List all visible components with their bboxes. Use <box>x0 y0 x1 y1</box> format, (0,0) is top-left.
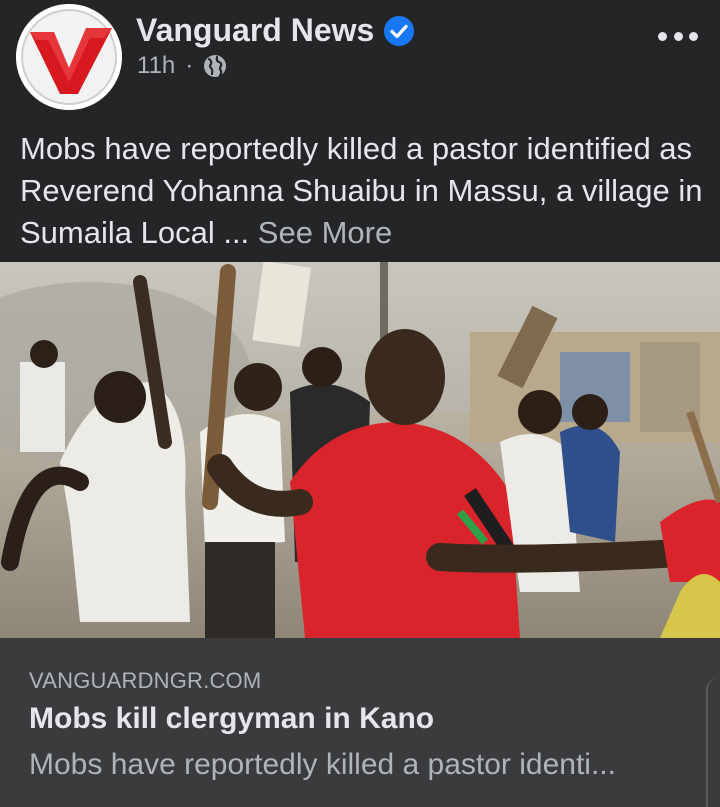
more-dot-icon <box>689 31 698 41</box>
see-more-link[interactable]: See More <box>258 215 392 250</box>
verified-badge-icon <box>384 15 415 46</box>
link-domain: VANGUARDNGR.COM <box>29 668 262 693</box>
globe-icon <box>204 55 227 77</box>
post-timestamp[interactable]: 11h <box>137 52 175 80</box>
crowd-photo-image <box>0 262 720 638</box>
page-name[interactable]: Vanguard News <box>136 12 374 49</box>
more-options-button[interactable] <box>658 26 698 46</box>
link-description: Mobs have reportedly killed a pastor ide… <box>29 748 616 781</box>
page-name-row: Vanguard News <box>136 12 415 49</box>
link-title[interactable]: Mobs kill clergyman in Kano <box>29 702 434 736</box>
post-meta: 11h · <box>137 52 227 80</box>
scroll-edge-indicator <box>706 678 720 807</box>
meta-separator: · <box>185 52 194 79</box>
more-dot-icon <box>658 31 667 41</box>
link-preview-card[interactable]: VANGUARDNGR.COM Mobs kill clergyman in K… <box>0 638 720 807</box>
post-body: Mobs have reportedly killed a pastor ide… <box>20 128 710 254</box>
page-avatar[interactable] <box>16 4 122 110</box>
post-header: Vanguard News 11h · <box>0 0 720 115</box>
more-dot-icon <box>673 31 683 41</box>
post-photo[interactable] <box>0 262 720 638</box>
vanguard-logo-icon <box>16 4 122 110</box>
